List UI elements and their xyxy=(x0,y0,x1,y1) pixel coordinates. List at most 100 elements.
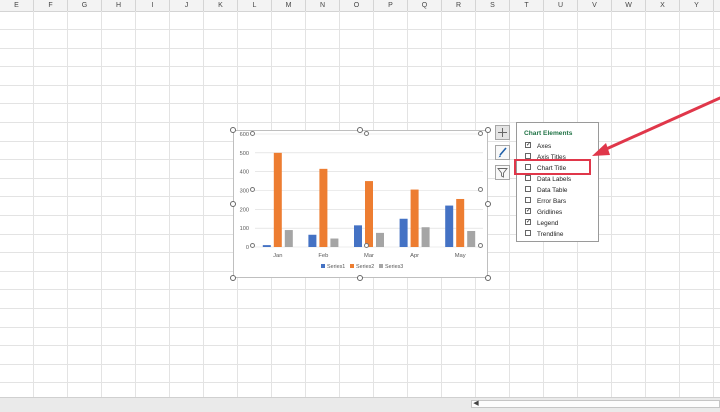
chart-element-data-table[interactable]: Data Table xyxy=(525,186,567,196)
column-gridline xyxy=(611,11,612,397)
x-tick-label: Mar xyxy=(364,253,374,259)
plot-handle-top[interactable] xyxy=(364,131,369,136)
column-header-i[interactable]: I xyxy=(136,0,170,11)
column-gridline xyxy=(509,11,510,397)
column-header-t[interactable]: T xyxy=(510,0,544,11)
bar-series3-feb xyxy=(330,238,339,247)
bar-series2-feb xyxy=(319,168,328,247)
x-tick-label: Feb xyxy=(318,253,328,259)
bar-series1-jan xyxy=(262,245,271,247)
row-gridline xyxy=(0,327,720,328)
chart-element-label: Gridlines xyxy=(537,209,563,216)
column-header-k[interactable]: K xyxy=(204,0,238,11)
checkbox-axes[interactable]: ✓ xyxy=(525,142,531,149)
column-header-g[interactable]: G xyxy=(68,0,102,11)
scroll-left-arrow-icon[interactable]: ◀ xyxy=(472,400,480,408)
column-gridline xyxy=(203,11,204,397)
chart-element-trendline[interactable]: Trendline xyxy=(525,230,563,240)
row-gridline xyxy=(0,66,720,67)
column-gridline xyxy=(679,11,680,397)
plot-handle-bottom[interactable] xyxy=(364,243,369,248)
chart-object[interactable]: 0 100 200 300 400 500 600 Jan Feb Mar Apr May Seri… xyxy=(233,130,488,278)
resize-handle-top-right[interactable] xyxy=(485,127,491,133)
column-header-y[interactable]: Y xyxy=(680,0,714,11)
chart-element-data-labels[interactable]: Data Labels xyxy=(525,175,571,185)
column-header-n[interactable]: N xyxy=(306,0,340,11)
chart-filters-button[interactable] xyxy=(495,165,510,180)
column-header-q[interactable]: Q xyxy=(408,0,442,11)
column-header-s[interactable]: S xyxy=(476,0,510,11)
bar-series2-mar xyxy=(365,181,373,247)
resize-handle-left[interactable] xyxy=(230,201,236,207)
row-gridline xyxy=(0,308,720,309)
legend-swatch xyxy=(350,264,354,268)
row-gridline xyxy=(0,122,720,123)
x-tick-label: Apr xyxy=(410,253,419,259)
column-header-p[interactable]: P xyxy=(374,0,408,11)
column-header-f[interactable]: F xyxy=(34,0,68,11)
bar-series3-apr xyxy=(421,227,430,247)
horizontal-scrollbar[interactable] xyxy=(471,400,720,408)
brush-icon xyxy=(498,147,507,158)
column-header-r[interactable]: R xyxy=(442,0,476,11)
checkbox-data-table[interactable] xyxy=(525,186,531,193)
column-header-x[interactable]: X xyxy=(646,0,680,11)
bar-series1-feb xyxy=(308,234,317,247)
chart-element-label: Data Table xyxy=(537,187,568,194)
chart-element-axes[interactable]: ✓ Axes xyxy=(525,142,551,152)
chart-element-error-bars[interactable]: Error Bars xyxy=(525,197,566,207)
chart-element-legend[interactable]: ✓ Legend xyxy=(525,219,558,229)
chart-element-gridlines[interactable]: ✓ Gridlines xyxy=(525,208,562,218)
column-gridline xyxy=(169,11,170,397)
plot-handle-bottom-left[interactable] xyxy=(250,243,255,248)
resize-handle-bottom-left[interactable] xyxy=(230,275,236,281)
column-gridline xyxy=(67,11,68,397)
column-header-v[interactable]: V xyxy=(578,0,612,11)
bar-series2-may xyxy=(456,198,465,247)
plot-handle-right[interactable] xyxy=(478,187,483,192)
checkbox-gridlines[interactable]: ✓ xyxy=(525,208,531,215)
x-axis-labels: Jan Feb Mar Apr May xyxy=(273,253,466,259)
column-header-l[interactable]: L xyxy=(238,0,272,11)
resize-handle-top[interactable] xyxy=(357,127,363,133)
column-gridline xyxy=(33,11,34,397)
plot-handle-top-left[interactable] xyxy=(250,131,255,136)
checkbox-legend[interactable]: ✓ xyxy=(525,219,531,226)
column-header-e[interactable]: E xyxy=(0,0,34,11)
column-header-j[interactable]: J xyxy=(170,0,204,11)
checkbox-error-bars[interactable] xyxy=(525,197,531,204)
resize-handle-top-left[interactable] xyxy=(230,127,236,133)
y-tick-label: 400 xyxy=(240,170,249,176)
column-header-m[interactable]: M xyxy=(272,0,306,11)
checkbox-trendline[interactable] xyxy=(525,230,531,237)
chart-legend: Series1 Series2 Series3 xyxy=(321,264,403,270)
chart-title-highlight-box xyxy=(514,159,591,175)
checkbox-data-labels[interactable] xyxy=(525,175,531,182)
y-tick-label: 300 xyxy=(240,189,249,195)
bar-series2-apr xyxy=(410,189,419,247)
row-gridline xyxy=(0,29,720,30)
plot-handle-left[interactable] xyxy=(250,187,255,192)
bar-series3-jan xyxy=(284,230,293,247)
chart-elements-flyout: Chart Elements ✓ Axes Axis Titles Chart T… xyxy=(516,122,599,242)
resize-handle-bottom-right[interactable] xyxy=(485,275,491,281)
chart-element-label: Data Labels xyxy=(537,176,572,183)
row-gridline xyxy=(0,382,720,383)
resize-handle-bottom[interactable] xyxy=(357,275,363,281)
chart-styles-button[interactable] xyxy=(495,145,510,160)
legend-entry: Series3 xyxy=(385,264,403,270)
column-header-h[interactable]: H xyxy=(102,0,136,11)
column-headers: EFGHIJKLMNOPQRSTUVWXY xyxy=(0,0,720,12)
chart-elements-button[interactable] xyxy=(495,125,510,140)
row-gridline xyxy=(0,289,720,290)
plot-handle-bottom-right[interactable] xyxy=(478,243,483,248)
chart-element-label: Legend xyxy=(537,220,559,227)
column-header-o[interactable]: O xyxy=(340,0,374,11)
x-tick-label: Jan xyxy=(273,253,282,259)
bar-series2-jan xyxy=(273,152,282,247)
plot-handle-top-right[interactable] xyxy=(478,131,483,136)
resize-handle-right[interactable] xyxy=(485,201,491,207)
row-gridline xyxy=(0,364,720,365)
column-header-w[interactable]: W xyxy=(612,0,646,11)
column-header-u[interactable]: U xyxy=(544,0,578,11)
